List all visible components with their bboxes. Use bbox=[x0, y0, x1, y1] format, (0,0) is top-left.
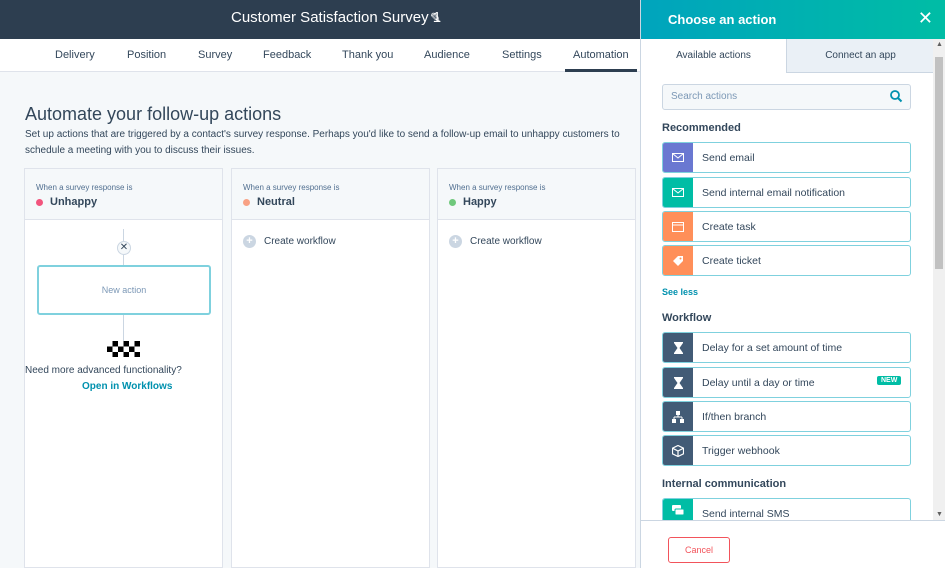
tab-thank-you[interactable]: Thank you bbox=[342, 49, 393, 61]
panel-footer: Cancel bbox=[641, 520, 945, 568]
when-label: When a survey response is bbox=[449, 183, 546, 192]
plus-icon: + bbox=[243, 235, 256, 248]
when-label: When a survey response is bbox=[243, 183, 340, 192]
action-delay-until-day[interactable]: Delay until a day or time NEW bbox=[662, 367, 911, 398]
hourglass-icon bbox=[663, 333, 693, 362]
action-trigger-webhook[interactable]: Trigger webhook bbox=[662, 435, 911, 466]
status-dot bbox=[449, 199, 456, 206]
column-header: When a survey response is Unhappy bbox=[25, 169, 222, 220]
create-workflow-button[interactable]: + Create workflow bbox=[243, 235, 336, 248]
scroll-down-icon[interactable]: ▼ bbox=[936, 511, 943, 518]
tab-bar: Delivery Position Survey Feedback Thank … bbox=[0, 39, 640, 72]
action-label: Create task bbox=[702, 221, 756, 233]
action-label: Send internal email notification bbox=[702, 187, 846, 199]
tab-position[interactable]: Position bbox=[127, 49, 166, 61]
connector-line bbox=[123, 255, 124, 265]
tab-available-actions[interactable]: Available actions bbox=[641, 39, 787, 73]
branch-icon bbox=[663, 402, 693, 431]
action-send-internal-sms[interactable]: Send internal SMS bbox=[662, 498, 911, 520]
column-happy: When a survey response is Happy + Create… bbox=[437, 168, 636, 568]
response-label: Happy bbox=[463, 196, 497, 208]
tab-connect-app[interactable]: Connect an app bbox=[787, 39, 934, 73]
panel-header: Choose an action ✕ bbox=[641, 0, 945, 39]
column-header: When a survey response is Neutral bbox=[232, 169, 429, 220]
choose-action-panel: Choose an action ✕ Available actions Con… bbox=[640, 0, 945, 568]
response-label: Unhappy bbox=[50, 196, 98, 208]
cancel-button[interactable]: Cancel bbox=[668, 537, 730, 563]
when-label: When a survey response is bbox=[36, 183, 133, 192]
open-in-workflows-link[interactable]: Open in Workflows bbox=[82, 381, 172, 392]
page-description: Set up actions that are triggered by a c… bbox=[25, 129, 620, 156]
close-icon[interactable]: ✕ bbox=[117, 241, 131, 255]
workflow-heading: Workflow bbox=[662, 312, 712, 324]
page-title: Automate your follow-up actions bbox=[25, 104, 282, 124]
action-label: If/then branch bbox=[702, 411, 767, 423]
survey-title: Customer Satisfaction Survey 1 bbox=[231, 9, 442, 26]
action-delay-set-time[interactable]: Delay for a set amount of time bbox=[662, 332, 911, 363]
finish-flag-icon bbox=[107, 341, 140, 357]
pencil-icon[interactable]: ✎ bbox=[430, 10, 441, 26]
status-dot bbox=[36, 199, 43, 206]
scroll-up-icon[interactable]: ▲ bbox=[936, 41, 943, 48]
search-icon[interactable] bbox=[889, 89, 903, 103]
create-workflow-button[interactable]: + Create workflow bbox=[449, 235, 542, 248]
column-header: When a survey response is Happy bbox=[438, 169, 635, 220]
task-icon bbox=[663, 212, 693, 241]
panel-title: Choose an action bbox=[668, 12, 777, 27]
column-neutral: When a survey response is Neutral + Crea… bbox=[231, 168, 430, 568]
create-workflow-label: Create workflow bbox=[264, 236, 336, 247]
sms-icon bbox=[663, 499, 693, 520]
action-send-internal-email[interactable]: Send internal email notification bbox=[662, 177, 911, 208]
scrollbar-thumb[interactable] bbox=[935, 57, 943, 269]
plus-icon: + bbox=[449, 235, 462, 248]
scrollbar[interactable]: ▲ ▼ bbox=[933, 39, 945, 520]
action-send-email[interactable]: Send email bbox=[662, 142, 911, 173]
hourglass-icon bbox=[663, 368, 693, 397]
action-label: Send internal SMS bbox=[702, 508, 790, 520]
new-action-card[interactable]: New action bbox=[37, 265, 211, 315]
tab-survey[interactable]: Survey bbox=[198, 49, 232, 61]
action-if-then-branch[interactable]: If/then branch bbox=[662, 401, 911, 432]
tab-automation[interactable]: Automation bbox=[565, 49, 637, 72]
cube-icon bbox=[663, 436, 693, 465]
close-icon[interactable]: ✕ bbox=[918, 9, 933, 27]
action-create-ticket[interactable]: Create ticket bbox=[662, 245, 911, 276]
see-less-link[interactable]: See less bbox=[662, 287, 698, 297]
connector-line bbox=[123, 229, 124, 241]
create-workflow-label: Create workflow bbox=[470, 236, 542, 247]
tab-feedback[interactable]: Feedback bbox=[263, 49, 311, 61]
action-create-task[interactable]: Create task bbox=[662, 211, 911, 242]
email-icon bbox=[663, 143, 693, 172]
ticket-icon bbox=[663, 246, 693, 275]
action-label: Trigger webhook bbox=[702, 445, 780, 457]
search-input[interactable]: Search actions bbox=[662, 84, 911, 110]
new-badge: NEW bbox=[877, 376, 902, 385]
recommended-heading: Recommended bbox=[662, 122, 741, 134]
action-label: Delay until a day or time bbox=[702, 377, 815, 389]
email-icon bbox=[663, 178, 693, 207]
column-unhappy: When a survey response is Unhappy ✕ New … bbox=[24, 168, 223, 568]
tab-audience[interactable]: Audience bbox=[424, 49, 470, 61]
connector-line bbox=[123, 315, 124, 341]
action-label: Send email bbox=[702, 152, 755, 164]
need-more-text: Need more advanced functionality? bbox=[25, 365, 182, 376]
internal-communication-heading: Internal communication bbox=[662, 478, 787, 490]
tab-settings[interactable]: Settings bbox=[502, 49, 542, 61]
status-dot bbox=[243, 199, 250, 206]
action-label: Create ticket bbox=[702, 255, 761, 267]
tab-delivery[interactable]: Delivery bbox=[55, 49, 95, 61]
response-label: Neutral bbox=[257, 196, 295, 208]
action-label: Delay for a set amount of time bbox=[702, 342, 843, 354]
